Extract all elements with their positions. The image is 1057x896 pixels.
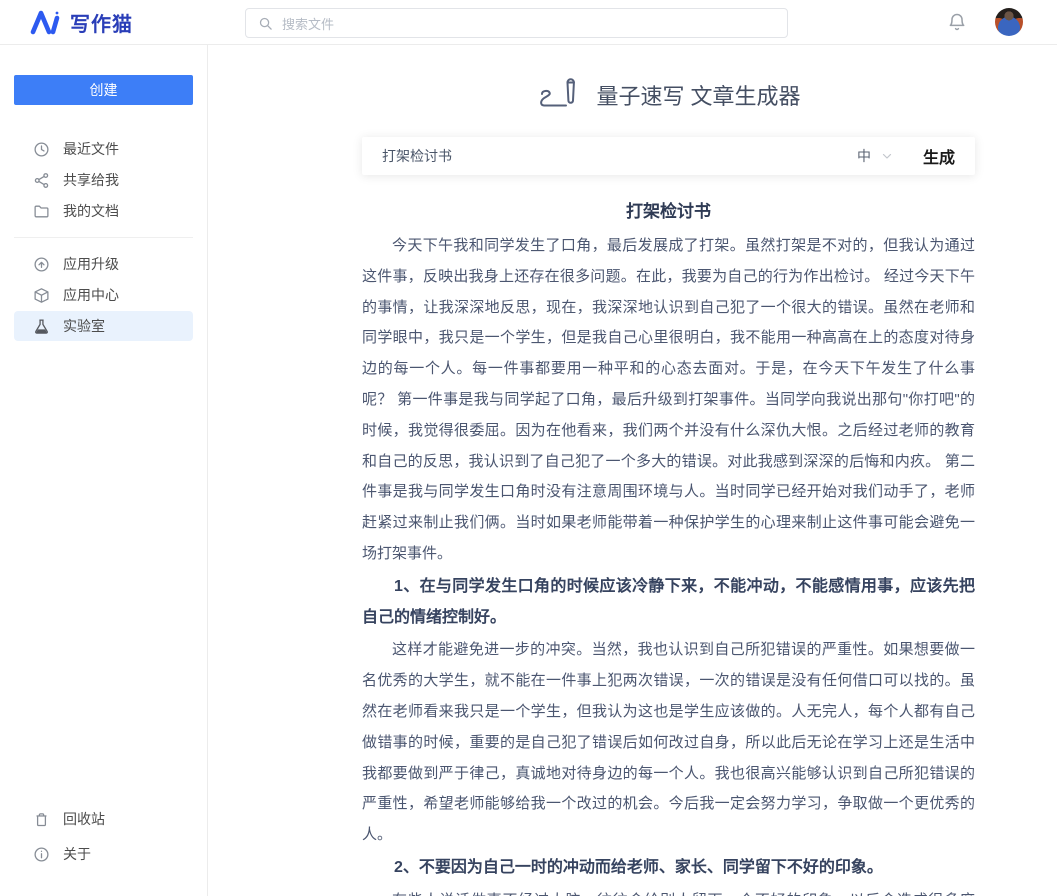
main-area: 量子速写 文章生成器 中 生成 打架检讨书 今天下午我和同学发生了口角，最后发展…: [208, 45, 1057, 896]
topic-input[interactable]: [382, 148, 857, 164]
user-avatar[interactable]: [995, 8, 1023, 36]
top-header: 写作猫 搜索文件: [0, 0, 1057, 45]
search-placeholder: 搜索文件: [282, 14, 334, 33]
sidebar: 创建 最近文件 共享给我 我的文档: [0, 45, 208, 896]
sidebar-item-label: 应用中心: [63, 285, 119, 305]
length-select-value[interactable]: 中: [857, 146, 871, 166]
sidebar-item-label: 共享给我: [63, 170, 119, 190]
flask-icon: [33, 318, 50, 335]
sidebar-item-about[interactable]: 关于: [14, 839, 193, 869]
search-icon: [258, 16, 273, 31]
notification-bell-icon[interactable]: [947, 12, 967, 32]
article-section-heading: 2、不要因为自己一时的冲动而给老师、家长、同学留下不好的印象。: [362, 853, 975, 884]
create-button[interactable]: 创建: [14, 75, 193, 105]
article-title: 打架检讨书: [362, 197, 975, 222]
generator-title: 量子速写 文章生成器: [362, 69, 975, 121]
folder-icon: [33, 203, 50, 220]
sidebar-item-trash[interactable]: 回收站: [14, 804, 193, 834]
sidebar-item-label: 实验室: [63, 316, 105, 336]
sidebar-item-shared-with-me[interactable]: 共享给我: [14, 165, 193, 195]
article-paragraph: 有些人说话做事不经过大脑，往往会给别人留下一个不好的印象，以后会造成很多麻烦。因…: [362, 886, 975, 896]
generator-title-text: 量子速写 文章生成器: [596, 79, 800, 111]
sidebar-item-laboratory[interactable]: 实验室: [14, 311, 193, 341]
article-paragraph: 今天下午我和同学发生了口角，最后发展成了打架。虽然打架是不对的，但我认为通过这件…: [362, 231, 975, 570]
generated-article: 打架检讨书 今天下午我和同学发生了口角，最后发展成了打架。虽然打架是不对的，但我…: [362, 197, 975, 896]
logo-icon: [30, 9, 60, 35]
package-icon: [33, 287, 50, 304]
sidebar-item-label: 应用升级: [63, 254, 119, 274]
sidebar-item-label: 关于: [63, 844, 91, 864]
share-icon: [33, 172, 50, 189]
sidebar-item-label: 回收站: [63, 809, 105, 829]
sidebar-item-app-center[interactable]: 应用中心: [14, 280, 193, 310]
sidebar-divider: [14, 237, 193, 238]
sidebar-item-app-upgrade[interactable]: 应用升级: [14, 249, 193, 279]
sidebar-item-label: 最近文件: [63, 139, 119, 159]
generator-input-bar: 中 生成: [362, 137, 975, 175]
trash-icon: [33, 811, 50, 828]
info-icon: [33, 846, 50, 863]
article-section-heading: 1、在与同学发生口角的时候应该冷静下来，不能冲动，不能感情用事，应该先把自己的情…: [362, 572, 975, 634]
brand-name: 写作猫: [70, 8, 133, 37]
sidebar-item-my-documents[interactable]: 我的文档: [14, 196, 193, 226]
arrow-up-circle-icon: [33, 256, 50, 273]
chevron-down-icon[interactable]: [881, 150, 893, 162]
sidebar-item-label: 我的文档: [63, 201, 119, 221]
generate-button[interactable]: 生成: [923, 144, 955, 168]
article-paragraph: 这样才能避免进一步的冲突。当然，我也认识到自己所犯错误的严重性。如果想要做一名优…: [362, 635, 975, 851]
clock-icon: [33, 141, 50, 158]
sidebar-item-recent-files[interactable]: 最近文件: [14, 134, 193, 164]
pen-squiggle-icon: [536, 74, 582, 116]
app-logo[interactable]: 写作猫: [30, 8, 133, 37]
search-input[interactable]: 搜索文件: [245, 8, 788, 38]
